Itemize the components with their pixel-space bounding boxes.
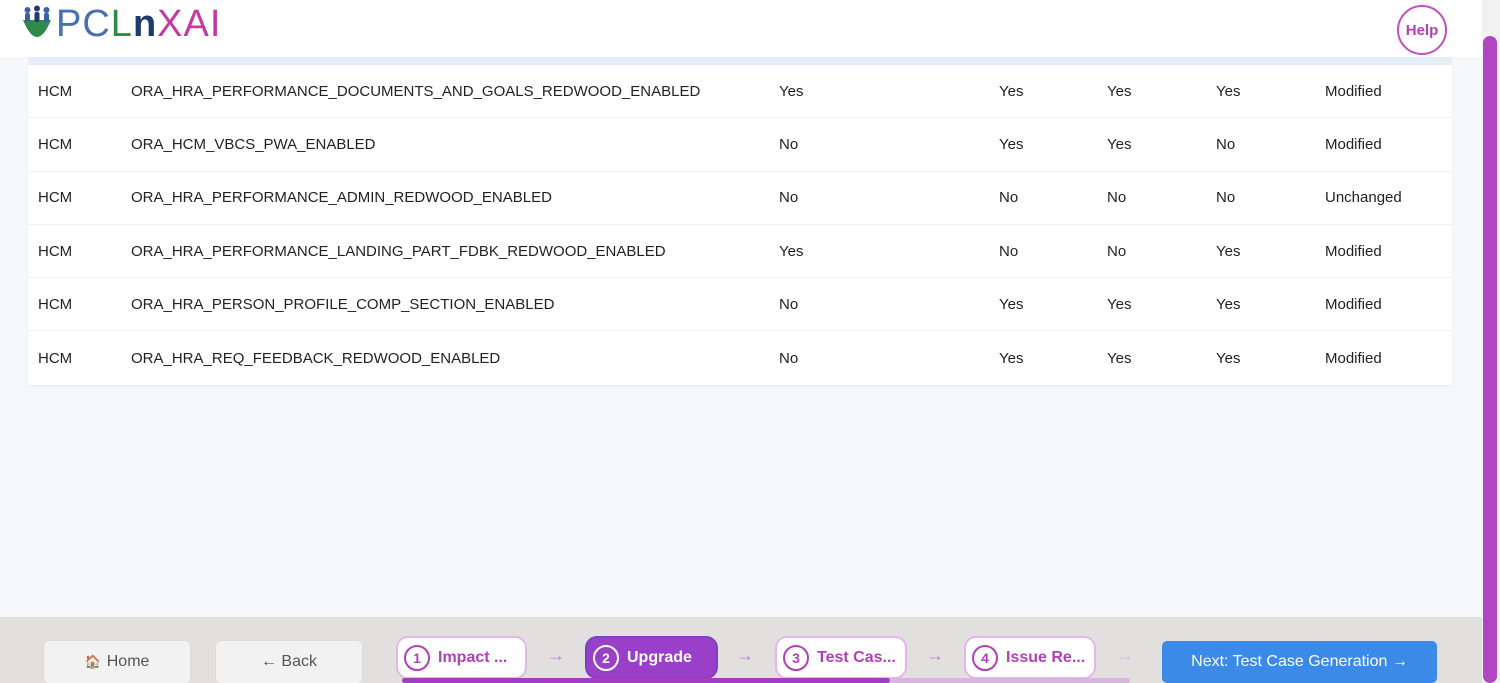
step-upgrade[interactable]: 2 Upgrade [585,636,718,679]
cell-value-3: Yes [1107,82,1132,100]
logo-text-l: L [110,3,133,45]
table-row: HCM ORA_HRA_PERFORMANCE_LANDING_PART_FDBK… [28,225,1452,279]
step-arrow-icon: → [1116,645,1134,665]
steps-progress-fill [402,678,890,683]
cell-value-1: No [779,135,799,153]
step-number: 4 [972,644,998,671]
cell-value-4: Yes [1216,242,1241,260]
cell-value-2: Yes [999,82,1024,100]
cell-feature-name: ORA_HCM_VBCS_PWA_ENABLED [131,135,376,153]
home-button[interactable]: 🏠 Home [43,640,191,683]
step-arrow-icon: → [736,645,754,665]
cell-value-2: No [999,189,1019,207]
cell-value-2: Yes [999,135,1024,153]
home-label: Home [106,653,150,670]
cell-feature-name: ORA_HRA_REQ_FEEDBACK_REDWOOD_ENABLED [131,349,501,367]
cell-value-3: Yes [1107,349,1132,367]
step-number: 3 [783,644,809,671]
logo-text: PCLnXAI [56,4,221,44]
app-logo[interactable]: PCLnXAI [20,2,221,46]
cell-value-4: No [1216,189,1236,207]
logo-text-n: n [132,3,158,45]
cell-value-1: No [779,349,799,367]
step-label: Impact ... [438,648,508,666]
cell-module: HCM [38,135,73,153]
cell-feature-name: ORA_HRA_PERFORMANCE_LANDING_PART_FDBK_RE… [131,242,666,260]
step-number: 2 [593,644,619,671]
step-label: Test Cas... [817,648,896,666]
table-row: HCM ORA_HCM_VBCS_PWA_ENABLED No Yes Yes No Mod… [28,118,1452,172]
step-arrow-icon: → [926,645,944,665]
cell-feature-name: ORA_HRA_PERFORMANCE_ADMIN_REDWOOD_ENABLE… [131,189,552,207]
cell-status: Modified [1325,349,1382,367]
table-row: HCM ORA_HRA_PERFORMANCE_DOCUMENTS_AND_GOA… [28,65,1452,119]
cell-value-1: No [779,295,799,313]
cell-module: HCM [38,295,73,313]
cell-value-3: Yes [1107,135,1132,153]
cell-module: HCM [38,82,73,100]
cell-value-4: No [1216,135,1236,153]
cell-value-1: No [779,189,799,207]
steps-progress-bar [402,678,1130,683]
table-row: HCM ORA_HRA_PERSON_PROFILE_COMP_SECTION_E… [28,278,1452,332]
cell-value-2: No [999,242,1019,260]
home-icon: 🏠 [84,654,101,669]
feature-flags-table: HCM ORA_HRA_PERFORMANCE_DOCUMENTS_AND_GOA… [28,65,1452,385]
step-issue-report[interactable]: 4 Issue Re... [964,636,1096,679]
step-arrow-icon: → [547,645,565,665]
cell-value-2: Yes [999,349,1024,367]
cell-module: HCM [38,189,73,207]
cell-value-3: No [1107,189,1127,207]
cell-value-1: Yes [779,82,804,100]
app-header: PCLnXAI Help [0,0,1482,57]
back-button[interactable]: ← Back [215,640,363,683]
cell-feature-name: ORA_HRA_PERFORMANCE_DOCUMENTS_AND_GOALS_… [131,82,701,100]
cell-value-4: Yes [1216,82,1241,100]
step-label: Upgrade [627,648,692,666]
logo-text-pc: PC [56,3,111,45]
step-number: 1 [404,644,430,671]
cell-module: HCM [38,242,73,260]
table-header-strip [28,57,1452,65]
cell-status: Unchanged [1325,189,1402,207]
scrollbar-thumb[interactable] [1483,36,1497,683]
logo-text-xai: XAI [157,3,222,45]
cell-feature-name: ORA_HRA_PERSON_PROFILE_COMP_SECTION_ENAB… [131,295,555,313]
step-label: Issue Re... [1006,648,1086,666]
cell-module: HCM [38,349,73,367]
next-test-case-generation-button[interactable]: Next: Test Case Generation → [1162,641,1437,683]
step-impact[interactable]: 1 Impact ... [396,636,527,679]
step-test-case[interactable]: 3 Test Cas... [775,636,907,679]
cell-value-2: Yes [999,295,1024,313]
cell-value-1: Yes [779,242,804,260]
help-button[interactable]: Help [1397,5,1447,55]
table-row: HCM ORA_HRA_PERFORMANCE_ADMIN_REDWOOD_ENA… [28,172,1452,225]
cell-value-4: Yes [1216,349,1241,367]
cell-status: Modified [1325,295,1382,313]
footer-bar: 🏠 Home ← Back 1 Impact ... → 2 Upgrade →… [0,617,1482,683]
cell-status: Modified [1325,242,1382,260]
cell-value-4: Yes [1216,295,1241,313]
cell-status: Modified [1325,135,1382,153]
logo-people-icon [23,5,51,37]
cell-value-3: No [1107,242,1127,260]
cell-value-3: Yes [1107,295,1132,313]
cell-status: Modified [1325,82,1382,100]
table-row: HCM ORA_HRA_REQ_FEEDBACK_REDWOOD_ENABLED N… [28,331,1452,384]
